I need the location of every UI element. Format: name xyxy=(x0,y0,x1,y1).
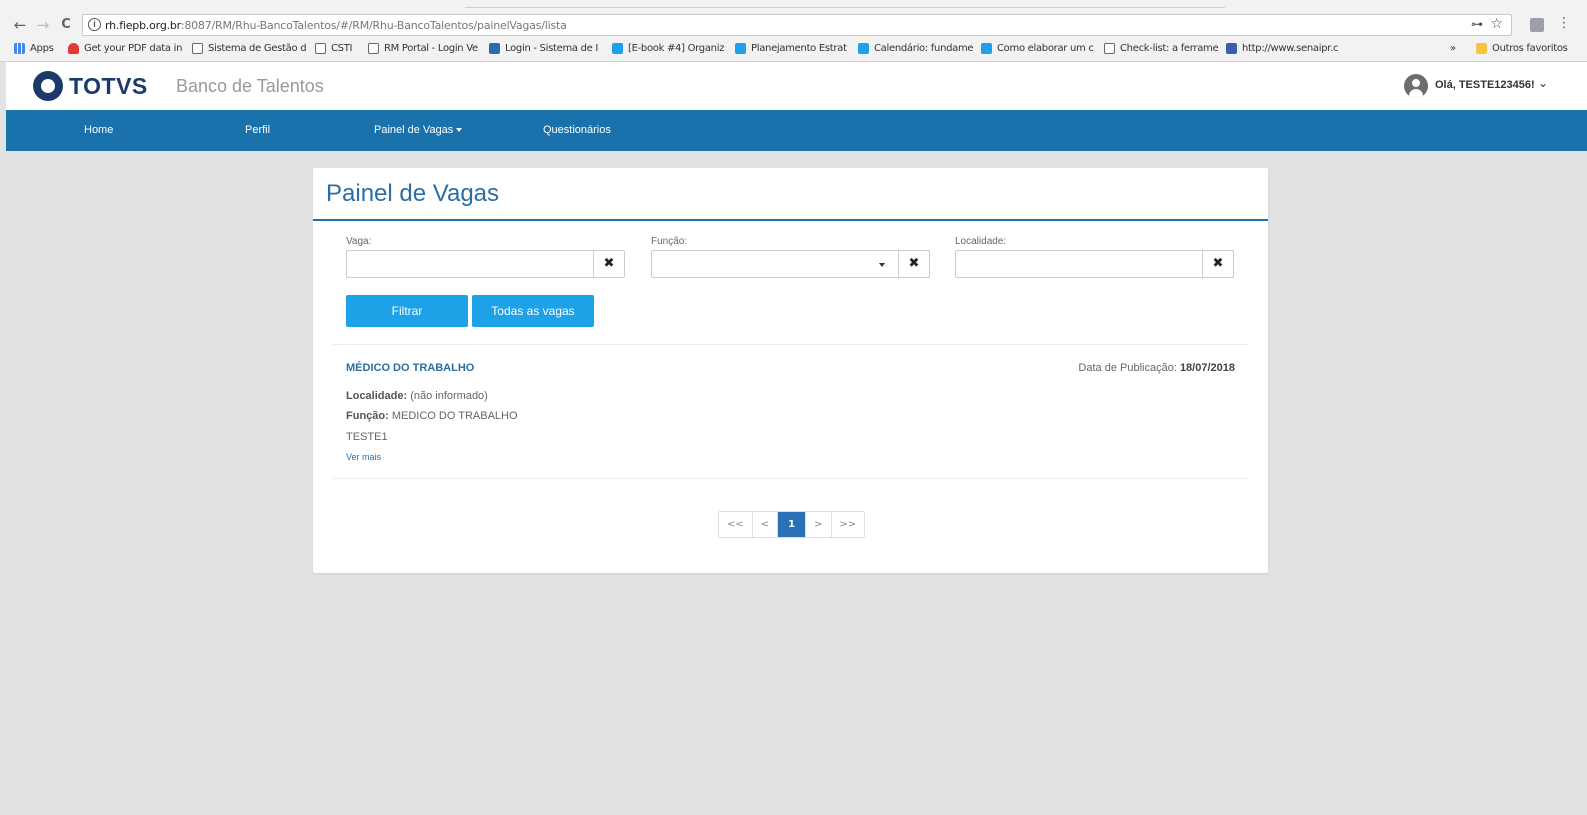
prev-page-button[interactable]: < xyxy=(752,512,779,537)
senai-logo-icon xyxy=(1226,43,1237,54)
funcao-select[interactable]: ✖ xyxy=(651,250,930,278)
tab-strip xyxy=(465,0,1225,8)
last-page-button[interactable]: >> xyxy=(831,512,865,537)
bookmark-ebook[interactable]: [E-book #4] Organiz xyxy=(612,43,724,54)
document-icon xyxy=(192,43,203,54)
info-icon[interactable]: i xyxy=(88,18,101,31)
document-icon xyxy=(1104,43,1115,54)
bookmark-pdf[interactable]: Get your PDF data in xyxy=(68,43,182,54)
bookmark-rm-portal[interactable]: RM Portal - Login Ve xyxy=(368,43,478,54)
caret-down-icon[interactable] xyxy=(879,263,885,267)
url-text[interactable]: rh.fiepb.org.br:8087/RM/Rhu-BancoTalento… xyxy=(105,19,567,32)
logo-text[interactable]: TOTVS xyxy=(69,73,148,100)
bookmark-csti[interactable]: CSTI xyxy=(315,43,353,54)
nav-home[interactable]: Home xyxy=(84,124,113,136)
next-page-button[interactable]: > xyxy=(806,512,832,537)
document-icon xyxy=(315,43,326,54)
nav-questionnaires[interactable]: Questionários xyxy=(543,124,611,136)
bookmark-sistema-gestao[interactable]: Sistema de Gestão d xyxy=(192,43,307,54)
page-title: Painel de Vagas xyxy=(326,180,500,207)
apps-grid-icon xyxy=(14,43,25,54)
funcao-label: Função: xyxy=(651,236,688,247)
clear-funcao-icon[interactable]: ✖ xyxy=(898,251,929,277)
cyan-logo-icon xyxy=(735,43,746,54)
extension-icon[interactable] xyxy=(1530,18,1544,32)
first-page-button[interactable]: << xyxy=(719,512,753,537)
totvs-logo-icon[interactable] xyxy=(33,71,63,101)
divider xyxy=(333,344,1248,345)
all-jobs-button[interactable]: Todas as vagas xyxy=(472,295,594,327)
clear-localidade-icon[interactable]: ✖ xyxy=(1202,251,1233,277)
nav-jobs-panel[interactable]: Painel de Vagas xyxy=(374,124,463,136)
job-title-link[interactable]: MÉDICO DO TRABALHO xyxy=(346,362,474,374)
bookmark-login-sistema[interactable]: Login - Sistema de I xyxy=(489,43,598,54)
bookmark-other-favorites[interactable]: Outros favoritos xyxy=(1476,43,1568,54)
job-locality: Localidade: (não informado) xyxy=(346,390,488,402)
key-icon[interactable]: ⊶ xyxy=(1471,17,1483,31)
cyan-logo-icon xyxy=(981,43,992,54)
app-header: TOTVS Banco de Talentos Olá, TESTE123456… xyxy=(6,62,1587,110)
forward-arrow-icon[interactable]: → xyxy=(35,16,51,34)
cyan-logo-icon xyxy=(612,43,623,54)
user-greeting[interactable]: Olá, TESTE123456! xyxy=(1435,79,1535,91)
blue-logo-icon xyxy=(489,43,500,54)
bookmark-calendario[interactable]: Calendário: fundame xyxy=(858,43,974,54)
vaga-label: Vaga: xyxy=(346,236,372,247)
bookmarks-bar: Apps Get your PDF data in Sistema de Ges… xyxy=(0,40,1587,60)
user-avatar-icon[interactable] xyxy=(1404,74,1428,98)
bookmark-checklist[interactable]: Check-list: a ferrame xyxy=(1104,43,1219,54)
bookmark-como-elaborar[interactable]: Como elaborar um c xyxy=(981,43,1094,54)
cyan-logo-icon xyxy=(858,43,869,54)
see-more-link[interactable]: Ver mais xyxy=(346,452,381,462)
divider xyxy=(333,478,1248,479)
back-arrow-icon[interactable]: ← xyxy=(12,16,28,34)
clear-vaga-icon[interactable]: ✖ xyxy=(593,251,624,277)
star-icon[interactable]: ☆ xyxy=(1490,16,1503,32)
chevron-down-icon[interactable]: ⌄ xyxy=(1538,76,1548,90)
heart-icon xyxy=(68,43,79,54)
bookmarks-overflow-icon[interactable]: » xyxy=(1450,43,1456,54)
jobs-panel: Painel de Vagas Vaga: ✖ Função: ✖ Locali… xyxy=(313,168,1268,573)
nav-profile[interactable]: Perfil xyxy=(245,124,270,136)
vaga-input[interactable]: ✖ xyxy=(346,250,625,278)
bookmark-senaipr[interactable]: http://www.senaipr.c xyxy=(1226,43,1339,54)
main-nav: Home Perfil Painel de Vagas Questionário… xyxy=(6,110,1587,151)
app-title: Banco de Talentos xyxy=(176,76,324,96)
job-function: Função: MEDICO DO TRABALHO xyxy=(346,410,518,422)
pagination: << < 1 > >> xyxy=(718,511,866,538)
folder-icon xyxy=(1476,43,1487,54)
filter-button[interactable]: Filtrar xyxy=(346,295,468,327)
localidade-label: Localidade: xyxy=(955,236,1007,247)
browser-toolbar: ← → C i rh.fiepb.org.br:8087/RM/Rhu-Banc… xyxy=(0,0,1587,62)
document-icon xyxy=(368,43,379,54)
current-page-button[interactable]: 1 xyxy=(778,512,807,537)
address-bar[interactable]: i rh.fiepb.org.br:8087/RM/Rhu-BancoTalen… xyxy=(82,14,1512,36)
bookmark-apps[interactable]: Apps xyxy=(14,43,54,54)
reload-icon[interactable]: C xyxy=(58,16,74,34)
publication-date: Data de Publicação: 18/07/2018 xyxy=(1078,362,1235,374)
localidade-input[interactable]: ✖ xyxy=(955,250,1234,278)
caret-down-icon xyxy=(456,128,463,133)
browser-menu-icon[interactable]: ⋮ xyxy=(1557,15,1571,31)
job-description: TESTE1 xyxy=(346,431,388,443)
title-divider xyxy=(313,219,1268,221)
bookmark-planejamento[interactable]: Planejamento Estrat xyxy=(735,43,847,54)
